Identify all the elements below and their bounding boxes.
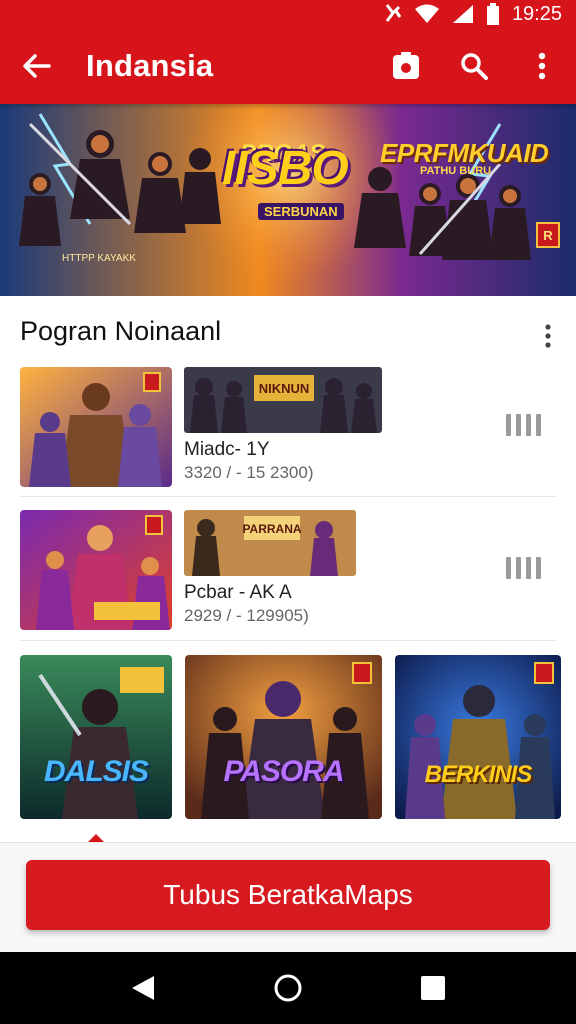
more-vert-icon	[538, 52, 546, 80]
nav-back-icon	[131, 976, 154, 1000]
camera-icon	[393, 52, 419, 79]
nfc-icon	[384, 3, 402, 25]
game-card[interactable]: PASORA	[185, 655, 382, 819]
more-options-button[interactable]	[508, 28, 576, 104]
app-title: Indansia	[86, 48, 214, 83]
nav-recents-icon	[421, 976, 446, 1000]
signal-icon	[452, 4, 474, 24]
nav-home-button[interactable]	[258, 958, 318, 1018]
divider	[20, 640, 556, 641]
game-card[interactable]: DALSIS	[20, 655, 172, 819]
list-item[interactable]: PARRANA Pcbar - AK A 2929 / - 129905)	[20, 510, 556, 632]
thumbnail-title: NIKNUN	[259, 381, 310, 396]
game-card-label: DALSIS	[43, 755, 149, 788]
banner-badge: R	[536, 222, 560, 248]
game-grid: DALSIS PASORA BERKINIS	[20, 655, 561, 821]
divider	[20, 496, 556, 497]
banner-title: IISBO	[222, 142, 349, 195]
nav-home-icon	[274, 974, 302, 1002]
status-bar: 19:25	[0, 0, 576, 28]
back-arrow-icon	[23, 54, 51, 78]
camera-button[interactable]	[372, 28, 440, 104]
list-item[interactable]: NIKNUN Miadc- 1Y 3320 / - 15 2300)	[20, 367, 556, 489]
more-vert-icon	[545, 324, 551, 348]
banner-tag: HTTPP KAYAKK	[62, 253, 136, 264]
item-meta: 2929 / - 129905)	[184, 606, 309, 625]
section-more-button[interactable]	[532, 316, 564, 356]
screen: 19:25 Indansia R PROAS IISBO SERBUNAN EP…	[0, 0, 576, 1024]
nav-back-button[interactable]	[113, 958, 173, 1018]
banner-art	[0, 104, 576, 296]
item-name: Miadc- 1Y	[184, 439, 270, 460]
tab-indicator	[88, 834, 104, 842]
status-time: 19:25	[511, 2, 562, 25]
row-action-icon[interactable]	[506, 554, 550, 582]
game-thumbnail[interactable]	[20, 367, 172, 487]
game-card-label: BERKINIS	[424, 761, 533, 788]
game-thumbnail[interactable]	[20, 510, 172, 630]
nav-recents-button[interactable]	[403, 958, 463, 1018]
featured-banner[interactable]: R	[0, 104, 576, 296]
search-button[interactable]	[440, 28, 508, 104]
item-meta: 3320 / - 15 2300)	[184, 463, 314, 482]
battery-icon	[486, 3, 500, 25]
section-title: Pogran Noinaanl	[20, 316, 222, 346]
back-button[interactable]	[0, 28, 72, 104]
banner-right-subtitle: PATHU BURU	[420, 165, 492, 177]
game-thumbnail[interactable]: NIKNUN	[184, 367, 382, 433]
primary-cta-button[interactable]: Tubus BeratkaMaps	[26, 860, 550, 930]
game-card[interactable]: BERKINIS	[395, 655, 561, 819]
wifi-icon	[414, 4, 440, 24]
app-bar: Indansia	[0, 28, 576, 104]
search-icon	[461, 53, 488, 80]
item-name: Pcbar - AK A	[184, 582, 292, 603]
thumbnail-title: PARRANA	[242, 522, 301, 536]
row-action-icon[interactable]	[506, 411, 550, 439]
game-card-label: PASORA	[223, 755, 344, 788]
banner-subtitle: SERBUNAN	[258, 203, 344, 220]
game-thumbnail[interactable]: PARRANA	[184, 510, 356, 576]
system-nav-bar	[0, 952, 576, 1024]
